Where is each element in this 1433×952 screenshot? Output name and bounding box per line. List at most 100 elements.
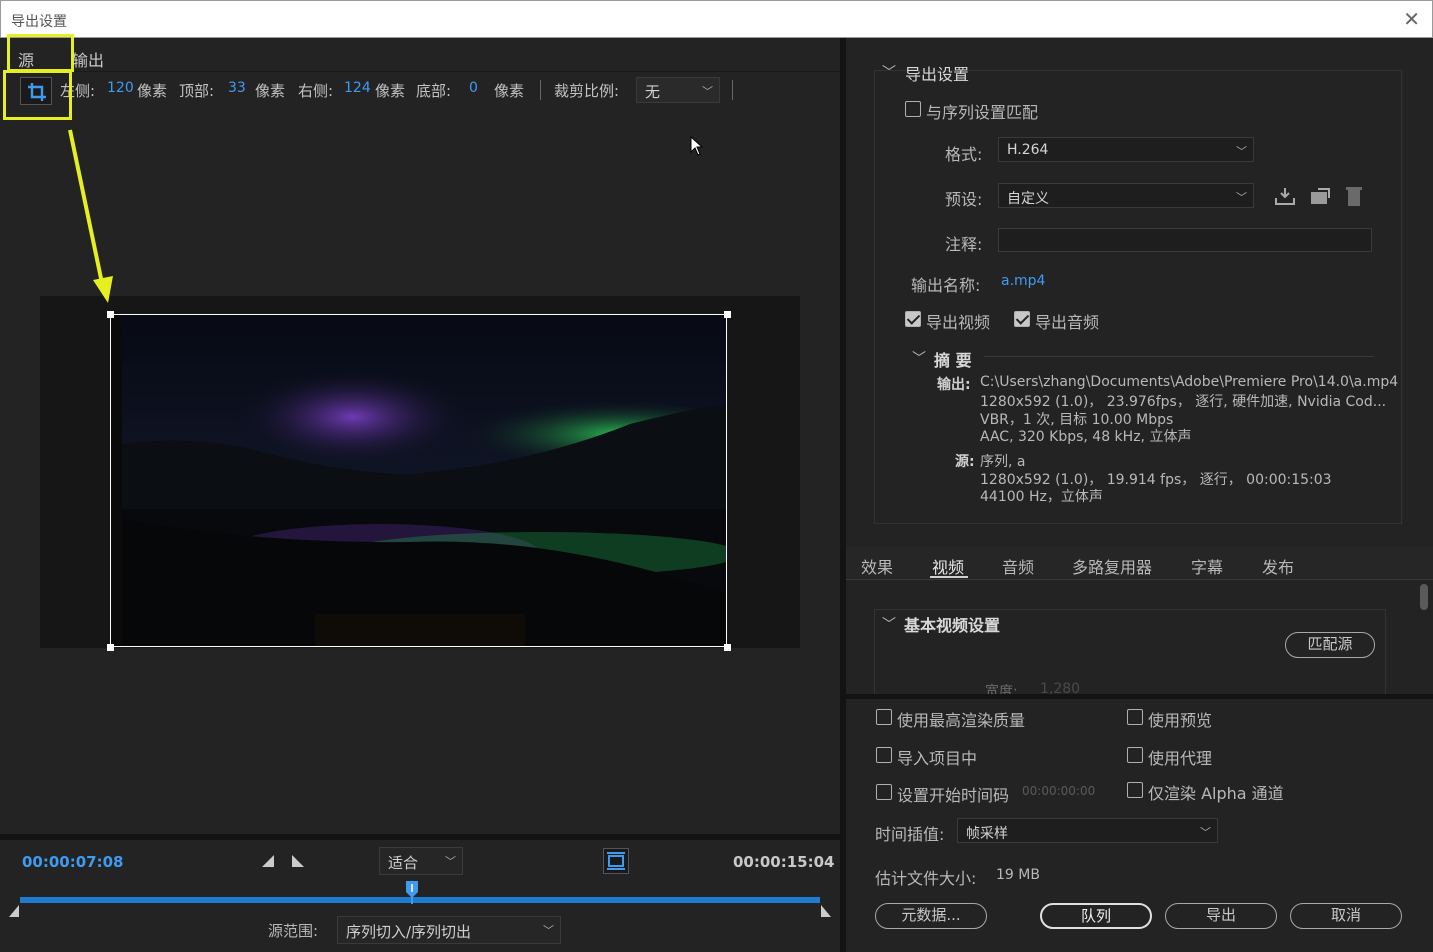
annotation-arrow-icon — [68, 129, 113, 303]
tab-audio[interactable]: 音频 — [1002, 554, 1034, 578]
chevron-down-icon: ﹀ — [543, 924, 554, 937]
summary-output-label: 输出: — [937, 377, 971, 393]
output-name-link[interactable]: a.mp4 — [1001, 273, 1045, 289]
crop-right-unit: 像素 — [375, 82, 406, 100]
use-preview-checkbox[interactable] — [1127, 709, 1143, 725]
aspect-toggle-button[interactable] — [603, 848, 629, 874]
current-timecode[interactable]: 00:00:07:08 — [22, 853, 124, 871]
export-button[interactable]: 导出 — [1165, 903, 1277, 929]
separator — [540, 80, 541, 100]
filesize-label: 估计文件大小: — [875, 869, 977, 888]
crop-handle[interactable] — [107, 644, 114, 651]
crop-handle[interactable] — [724, 644, 731, 651]
crop-top-value[interactable]: 33 — [228, 80, 246, 96]
tab-multiplexer[interactable]: 多路复用器 — [1072, 554, 1152, 578]
export-settings-header[interactable]: 导出设置 — [905, 61, 969, 85]
import-project-checkbox[interactable] — [876, 747, 892, 763]
start-timecode-label: 设置开始时间码 — [897, 786, 1010, 805]
summary-output-line: AAC, 320 Kbps, 48 kHz, 立体声 — [980, 429, 1192, 445]
set-out-point-icon[interactable] — [291, 854, 305, 868]
alpha-only-checkbox[interactable] — [1127, 782, 1143, 798]
set-in-point-icon[interactable] — [261, 854, 275, 868]
crop-ratio-value: 无 — [645, 83, 661, 101]
cancel-button[interactable]: 取消 — [1290, 903, 1402, 929]
summary-source-label: 源: — [955, 454, 975, 470]
export-video-checkbox[interactable] — [905, 311, 921, 327]
use-preview-label: 使用预览 — [1148, 711, 1213, 730]
preset-value: 自定义 — [1007, 191, 1049, 207]
crop-bottom-label: 底部: — [416, 82, 452, 100]
width-label: 宽度: — [985, 684, 1018, 694]
match-source-button[interactable]: 匹配源 — [1285, 632, 1375, 658]
mouse-cursor-icon — [690, 136, 704, 156]
crop-right-value[interactable]: 124 — [344, 80, 371, 96]
max-quality-label: 使用最高渲染质量 — [897, 711, 1026, 730]
filesize-value: 19 MB — [996, 867, 1040, 883]
active-tab-underline — [930, 576, 968, 578]
crop-handle[interactable] — [724, 311, 731, 318]
crop-ratio-select[interactable]: 无 ﹀ — [636, 77, 720, 103]
summary-source-line: 序列, a — [980, 454, 1026, 470]
use-proxy-checkbox[interactable] — [1127, 747, 1143, 763]
export-audio-label: 导出音频 — [1035, 313, 1100, 332]
close-icon[interactable]: ✕ — [1403, 9, 1420, 29]
crop-ratio-label: 裁剪比例: — [554, 82, 620, 100]
source-range-label: 源范围: — [268, 922, 319, 940]
crop-frame[interactable] — [110, 314, 727, 647]
export-audio-checkbox[interactable] — [1014, 311, 1030, 327]
preset-select[interactable]: 自定义 ﹀ — [998, 183, 1254, 208]
preset-label: 预设: — [945, 190, 983, 209]
chevron-down-icon: ﹀ — [445, 855, 456, 868]
source-range-select[interactable]: 序列切入/序列切出 ﹀ — [337, 916, 561, 944]
chevron-down-icon[interactable]: ﹀ — [882, 614, 896, 634]
width-value: 1,280 — [1040, 681, 1081, 694]
video-settings-scroll: ﹀ 基本视频设置 匹配源 宽度: 1,280 — [846, 581, 1433, 694]
aspect-icon — [607, 852, 625, 870]
section-divider — [846, 694, 1433, 699]
interpolation-label: 时间插值: — [875, 825, 945, 844]
crop-bottom-value[interactable]: 0 — [469, 80, 478, 96]
interpolation-value: 帧采样 — [966, 826, 1008, 842]
interpolation-select[interactable]: 帧采样 ﹀ — [957, 818, 1218, 843]
export-video-label: 导出视频 — [926, 313, 991, 332]
format-label: 格式: — [945, 145, 983, 164]
comment-label: 注释: — [945, 235, 983, 254]
match-sequence-checkbox[interactable] — [905, 101, 921, 117]
metadata-button[interactable]: 元数据... — [875, 903, 987, 929]
zoom-select[interactable]: 适合 ﹀ — [379, 847, 463, 875]
output-name-label: 输出名称: — [911, 276, 981, 295]
summary-header[interactable]: 摘 要 — [934, 347, 972, 371]
crop-right-label: 右侧: — [298, 82, 334, 100]
save-preset-icon[interactable] — [1274, 186, 1296, 206]
match-sequence-label: 与序列设置匹配 — [926, 103, 1039, 122]
source-range-value: 序列切入/序列切出 — [346, 923, 472, 941]
in-marker-icon[interactable] — [8, 904, 20, 918]
timeline-divider — [0, 834, 840, 840]
chevron-down-icon[interactable]: ﹀ — [912, 348, 926, 368]
import-preset-icon[interactable] — [1309, 186, 1331, 206]
comment-field[interactable] — [998, 228, 1372, 252]
basic-video-header[interactable]: 基本视频设置 — [904, 612, 1000, 636]
format-select[interactable]: H.264 ﹀ — [998, 137, 1254, 162]
use-proxy-label: 使用代理 — [1148, 749, 1213, 768]
max-quality-checkbox[interactable] — [876, 709, 892, 725]
start-timecode-checkbox[interactable] — [876, 784, 892, 800]
queue-button[interactable]: 队列 — [1040, 903, 1152, 929]
crop-bottom-unit: 像素 — [494, 82, 525, 100]
chevron-down-icon: ﹀ — [1236, 145, 1247, 158]
tab-effects[interactable]: 效果 — [861, 554, 893, 578]
summary-output-line: C:\Users\zhang\Documents\Adobe\Premiere … — [980, 374, 1399, 390]
tab-captions[interactable]: 字幕 — [1191, 554, 1223, 578]
playhead[interactable] — [405, 880, 419, 904]
start-timecode-value[interactable]: 00:00:00:00 — [1022, 784, 1095, 798]
delete-preset-icon[interactable] — [1344, 185, 1364, 207]
separator — [732, 80, 733, 100]
timeline-track[interactable] — [20, 897, 820, 903]
chevron-down-icon: ﹀ — [1200, 826, 1211, 839]
crop-top-unit: 像素 — [255, 82, 286, 100]
chevron-down-icon[interactable]: ﹀ — [882, 62, 896, 82]
scrollbar-thumb[interactable] — [1420, 584, 1428, 610]
tab-publish[interactable]: 发布 — [1262, 554, 1294, 578]
out-marker-icon[interactable] — [820, 904, 832, 918]
tab-video[interactable]: 视频 — [932, 554, 964, 578]
